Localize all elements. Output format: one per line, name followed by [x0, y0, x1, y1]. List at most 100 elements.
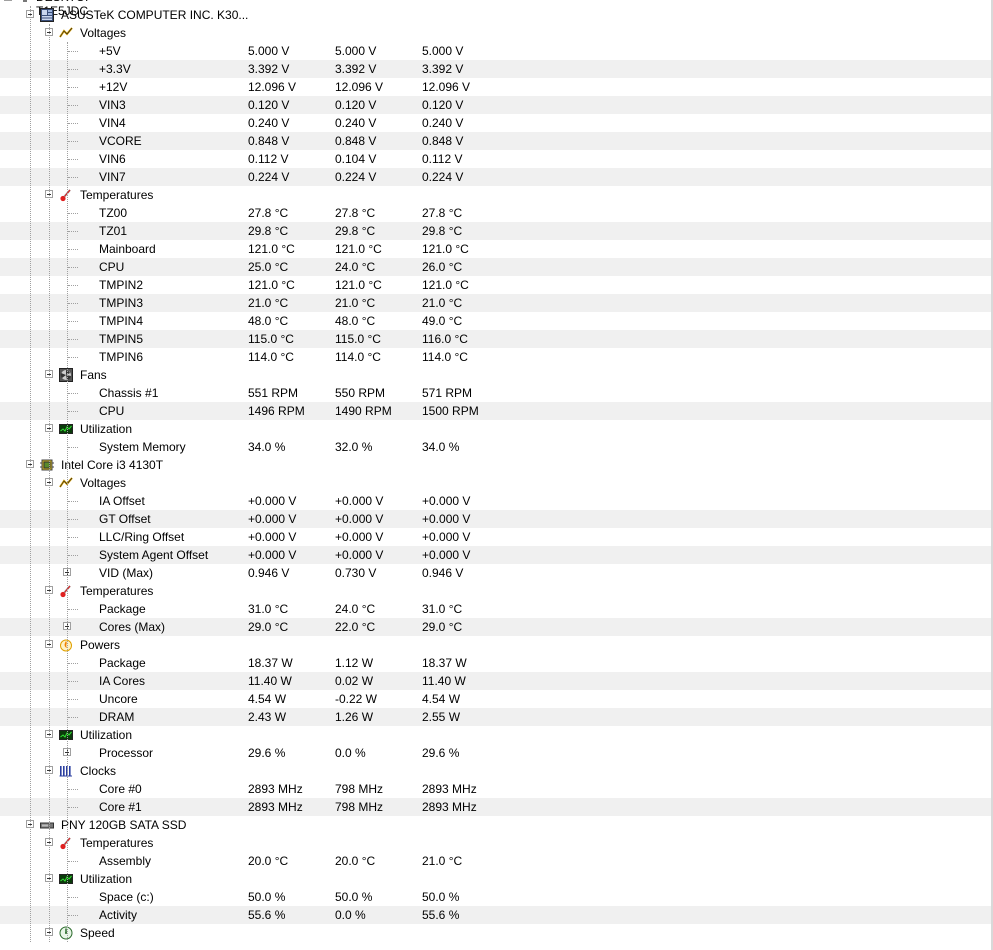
sensor-row[interactable]: Space (c:) 50.0 % 50.0 % 50.0 % — [0, 888, 991, 906]
sensor-tree[interactable]: DESKTOP-T1E5JDC ASUSTeK COMPUTER INC. K3… — [0, 0, 993, 950]
sensor-row[interactable]: VIN7 0.224 V 0.224 V 0.224 V — [0, 168, 991, 186]
sensor-row[interactable]: System Agent Offset +0.000 V +0.000 V +0.00… — [0, 546, 991, 564]
sensor-name: IA Cores — [99, 674, 146, 688]
sensor-min: 50.0 % — [335, 890, 373, 904]
device-intel-cpu[interactable]: Intel Core i3 4130T — [0, 456, 991, 474]
device-asustek-board[interactable]: ASUSTeK COMPUTER INC. K30... — [0, 6, 991, 24]
voltage-icon — [59, 27, 73, 38]
group-label: Fans — [80, 368, 107, 382]
tree-connector — [68, 159, 78, 160]
sensor-name: VCORE — [99, 134, 142, 148]
sensor-row[interactable]: Core #1 2893 MHz 798 MHz 2893 MHz — [0, 798, 991, 816]
group-powers[interactable]: Powers — [0, 636, 991, 654]
sensor-value: 50.0 % — [248, 890, 286, 904]
sensor-max: 50.0 % — [422, 890, 460, 904]
sensor-name: CPU — [99, 404, 125, 418]
sensor-max: 29.8 °C — [422, 224, 463, 238]
sensor-max: 114.0 °C — [422, 350, 468, 364]
sensor-value: 0.224 V — [248, 170, 290, 184]
tree-connector — [68, 357, 78, 358]
group-utilization[interactable]: Utilization — [0, 420, 991, 438]
sensor-row[interactable]: TMPIN2 121.0 °C 121.0 °C 121.0 °C — [0, 276, 991, 294]
sensor-name: +12V — [99, 80, 128, 94]
fan-icon — [59, 368, 73, 382]
tree-connector — [68, 897, 78, 898]
sensor-row[interactable]: IA Offset +0.000 V +0.000 V +0.000 V — [0, 492, 991, 510]
group-utilization[interactable]: Utilization — [0, 726, 991, 744]
sensor-value: 115.0 °C — [248, 332, 294, 346]
sensor-row[interactable]: LLC/Ring Offset +0.000 V +0.000 V +0.000 V — [0, 528, 991, 546]
sensor-row[interactable]: Processor 29.6 % 0.0 % 29.6 % — [0, 744, 991, 762]
sensor-min: 3.392 V — [335, 62, 377, 76]
sensor-row[interactable]: Activity 55.6 % 0.0 % 55.6 % — [0, 906, 991, 924]
group-clocks[interactable]: Clocks — [0, 762, 991, 780]
sensor-value: 551 RPM — [248, 386, 299, 400]
collapse-toggle[interactable] — [4, 0, 12, 1]
sensor-max: 0.224 V — [422, 170, 464, 184]
sensor-row[interactable]: Assembly 20.0 °C 20.0 °C 21.0 °C — [0, 852, 991, 870]
group-temperatures[interactable]: Temperatures — [0, 582, 991, 600]
sensor-name: VIN7 — [99, 170, 126, 184]
sensor-row[interactable]: Mainboard 121.0 °C 121.0 °C 121.0 °C — [0, 240, 991, 258]
sensor-row[interactable]: TMPIN6 114.0 °C 114.0 °C 114.0 °C — [0, 348, 991, 366]
tree-connector — [68, 699, 78, 700]
sensor-row[interactable]: VIN3 0.120 V 0.120 V 0.120 V — [0, 96, 991, 114]
sensor-row[interactable]: TZ01 29.8 °C 29.8 °C 29.8 °C — [0, 222, 991, 240]
group-temperatures[interactable]: Temperatures — [0, 834, 991, 852]
sensor-row[interactable]: CPU 1496 RPM 1490 RPM 1500 RPM — [0, 402, 991, 420]
sensor-row[interactable]: VIN4 0.240 V 0.240 V 0.240 V — [0, 114, 991, 132]
sensor-min: 27.8 °C — [335, 206, 376, 220]
group-voltages[interactable]: Voltages — [0, 474, 991, 492]
tree-connector — [68, 303, 78, 304]
group-temperatures[interactable]: Temperatures — [0, 186, 991, 204]
sensor-row[interactable]: Package 18.37 W 1.12 W 18.37 W — [0, 654, 991, 672]
sensor-row[interactable]: Cores (Max) 29.0 °C 22.0 °C 29.0 °C — [0, 618, 991, 636]
sensor-value: 25.0 °C — [248, 260, 289, 274]
group-speed[interactable]: Speed — [0, 924, 991, 942]
sensor-row[interactable]: CPU 25.0 °C 24.0 °C 26.0 °C — [0, 258, 991, 276]
sensor-row[interactable]: System Memory 34.0 % 32.0 % 34.0 % — [0, 438, 991, 456]
sensor-row[interactable]: IA Cores 11.40 W 0.02 W 11.40 W — [0, 672, 991, 690]
sensor-row[interactable]: Package 31.0 °C 24.0 °C 31.0 °C — [0, 600, 991, 618]
sensor-row[interactable]: VCORE 0.848 V 0.848 V 0.848 V — [0, 132, 991, 150]
sensor-row[interactable]: VIN6 0.112 V 0.104 V 0.112 V — [0, 150, 991, 168]
sensor-row[interactable]: Chassis #1 551 RPM 550 RPM 571 RPM — [0, 384, 991, 402]
sensor-max: 2893 MHz — [422, 782, 477, 796]
sensor-max: 1500 RPM — [422, 404, 479, 418]
sensor-name: Chassis #1 — [99, 386, 159, 400]
sensor-value: 121.0 °C — [248, 278, 295, 292]
sensor-row[interactable]: TMPIN3 21.0 °C 21.0 °C 21.0 °C — [0, 294, 991, 312]
tree-guide-level-1 — [30, 6, 31, 942]
sensor-min: 5.000 V — [335, 44, 377, 58]
sensor-min: +0.000 V — [335, 548, 384, 562]
sensor-row[interactable]: Core #0 2893 MHz 798 MHz 2893 MHz — [0, 780, 991, 798]
sensor-min: 0.0 % — [335, 746, 366, 760]
sensor-row[interactable]: +3.3V 3.392 V 3.392 V 3.392 V — [0, 60, 991, 78]
sensor-min: 798 MHz — [335, 800, 384, 814]
sensor-value: 2893 MHz — [248, 800, 303, 814]
sensor-max: 11.40 W — [422, 674, 466, 688]
sensor-row[interactable]: TZ00 27.8 °C 27.8 °C 27.8 °C — [0, 204, 991, 222]
sensor-min: 1.12 W — [335, 656, 374, 670]
sensor-row[interactable]: TMPIN5 115.0 °C 115.0 °C 116.0 °C — [0, 330, 991, 348]
sensor-row[interactable]: VID (Max) 0.946 V 0.730 V 0.946 V — [0, 564, 991, 582]
sensor-name: +3.3V — [99, 62, 131, 76]
sensor-row[interactable]: Uncore 4.54 W -0.22 W 4.54 W — [0, 690, 991, 708]
sensor-max: +0.000 V — [422, 548, 471, 562]
group-utilization[interactable]: Utilization — [0, 870, 991, 888]
sensor-row[interactable]: GT Offset +0.000 V +0.000 V +0.000 V — [0, 510, 991, 528]
sensor-name: Mainboard — [99, 242, 156, 256]
sensor-value: +0.000 V — [248, 530, 297, 544]
group-fans[interactable]: Fans — [0, 366, 991, 384]
sensor-min: 1.26 W — [335, 710, 374, 724]
device-pny-ssd[interactable]: PNY 120GB SATA SSD — [0, 816, 991, 834]
sensor-value: +0.000 V — [248, 548, 297, 562]
tree-connector — [68, 501, 78, 502]
sensor-row[interactable]: DRAM 2.43 W 1.26 W 2.55 W — [0, 708, 991, 726]
sensor-row[interactable]: +12V 12.096 V 12.096 V 12.096 V — [0, 78, 991, 96]
sensor-name: TZ01 — [99, 224, 128, 238]
group-voltages[interactable]: Voltages — [0, 24, 991, 42]
sensor-row[interactable]: +5V 5.000 V 5.000 V 5.000 V — [0, 42, 991, 60]
device-label: Intel Core i3 4130T — [61, 458, 164, 472]
sensor-row[interactable]: TMPIN4 48.0 °C 48.0 °C 49.0 °C — [0, 312, 991, 330]
